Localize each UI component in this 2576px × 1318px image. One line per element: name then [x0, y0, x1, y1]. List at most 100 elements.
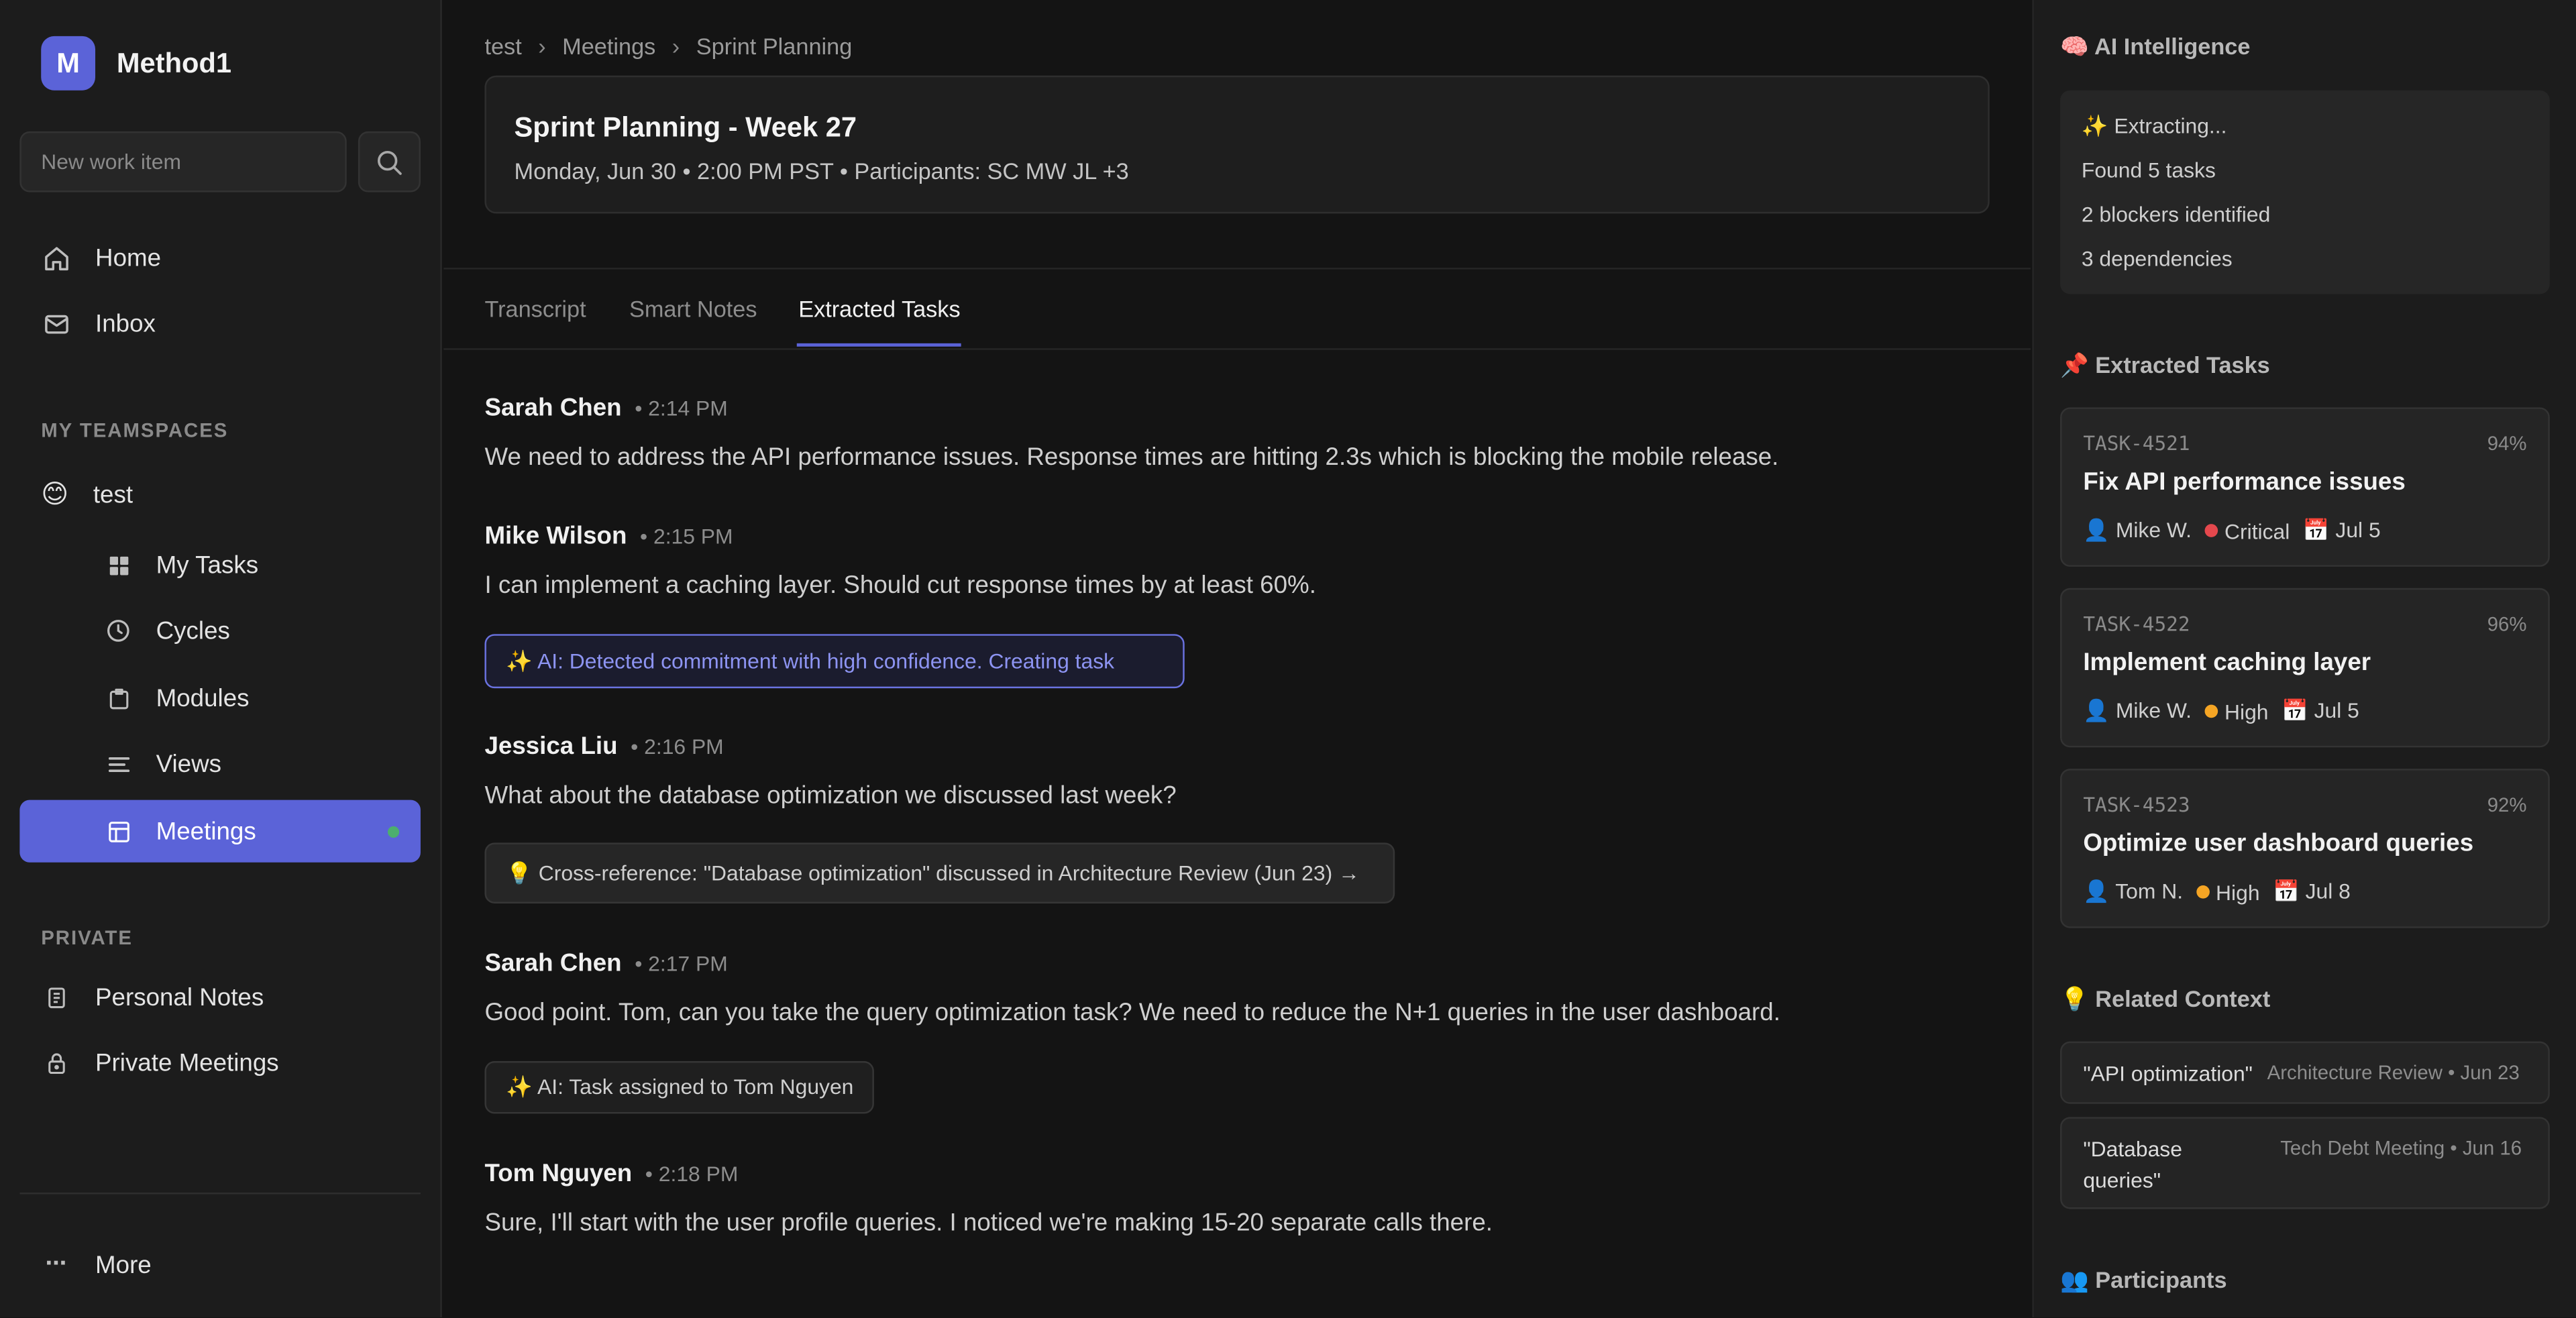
task-due: 📅 Jul 8: [2273, 879, 2351, 903]
context-quote: "API optimization": [2083, 1061, 2253, 1086]
search-button[interactable]: [358, 131, 421, 193]
tabs-divider-bottom: [443, 348, 2031, 350]
task-card[interactable]: TASK-4521 94% Fix API performance issues…: [2060, 407, 2550, 567]
speaker-name: Tom Nguyen: [484, 1159, 633, 1188]
context-source: Tech Debt Meeting • Jun 16: [2280, 1136, 2522, 1160]
task-title: Optimize user dashboard queries: [2083, 829, 2474, 858]
task-due: 📅 Jul 5: [2302, 517, 2381, 543]
page-title: Sprint Planning - Week 27: [514, 111, 857, 144]
teamspace-test[interactable]: 😊 test: [41, 478, 133, 511]
task-title: Implement caching layer: [2083, 649, 2371, 677]
sidebar-item-label: Inbox: [95, 309, 156, 338]
sidebar-item-private-meetings[interactable]: Private Meetings: [19, 1032, 421, 1094]
transcript-text: Sure, I'll start with the user profile q…: [484, 1209, 1493, 1238]
sidebar-item-views[interactable]: Views: [19, 732, 421, 795]
transcript-entry: Jessica Liu • 2:16 PM What about the dat…: [484, 732, 1989, 810]
sidebar-item-personal-notes[interactable]: Personal Notes: [19, 966, 421, 1028]
sidebar-item-label: More: [95, 1250, 152, 1279]
ai-commitment-chip[interactable]: ✨ AI: Detected commitment with high conf…: [484, 634, 1185, 689]
intel-task-count: Found 5 tasks: [2081, 158, 2216, 182]
task-meta: 👤 Mike W. High 📅 Jul 5: [2083, 698, 2359, 724]
cycle-icon: [103, 616, 133, 645]
speaker-name: Sarah Chen: [484, 394, 622, 423]
transcript-entry: Sarah Chen • 2:17 PM Good point. Tom, ca…: [484, 949, 1989, 1027]
workspace-name: Method1: [116, 46, 232, 78]
meeting-icon: [103, 816, 133, 846]
task-id: TASK-4521: [2083, 432, 2190, 455]
meeting-header-card: Sprint Planning - Week 27 Monday, Jun 30…: [484, 75, 1990, 214]
transcript-text: We need to address the API performance i…: [484, 443, 1779, 472]
sidebar-item-home[interactable]: Home: [19, 227, 421, 289]
sidebar-item-label: Personal Notes: [95, 983, 264, 1011]
transcript-entry: Sarah Chen • 2:14 PM We need to address …: [484, 394, 1989, 472]
ai-assignment-chip[interactable]: ✨ AI: Task assigned to Tom Nguyen: [484, 1061, 874, 1114]
sidebar-item-modules[interactable]: Modules: [19, 667, 421, 729]
speaker-name: Sarah Chen: [484, 949, 622, 978]
timestamp: • 2:15 PM: [640, 524, 733, 549]
tab-extracted-tasks[interactable]: Extracted Tasks: [798, 296, 960, 322]
task-card[interactable]: TASK-4523 92% Optimize user dashboard qu…: [2060, 769, 2550, 928]
sidebar-item-inbox[interactable]: Inbox: [19, 292, 421, 355]
tab-smart-notes[interactable]: Smart Notes: [629, 296, 757, 322]
sidebar-item-meetings[interactable]: Meetings: [19, 800, 421, 863]
task-id: TASK-4522: [2083, 612, 2190, 636]
sidebar-divider: [19, 1192, 421, 1195]
related-context-heading: 💡 Related Context: [2060, 985, 2271, 1012]
sidebar-item-label: Home: [95, 243, 162, 272]
task-due: 📅 Jul 5: [2282, 698, 2359, 723]
more-icon: ···: [45, 1250, 68, 1278]
ai-intelligence-heading: 🧠 AI Intelligence: [2060, 32, 2251, 60]
mail-icon: [41, 309, 70, 338]
transcript-text: I can implement a caching layer. Should …: [484, 571, 1316, 600]
sidebar-item-label: Cycles: [156, 616, 230, 645]
speaker-name: Mike Wilson: [484, 522, 627, 551]
sidebar-item-label: Views: [156, 749, 222, 778]
sidebar-item-label: My Tasks: [156, 551, 259, 580]
sidebar-item-label: Meetings: [156, 817, 256, 846]
sidebar-item-label: Private Meetings: [95, 1048, 279, 1077]
search-icon: [377, 150, 402, 174]
task-priority: Critical: [2224, 518, 2290, 543]
tabs-divider-top: [443, 268, 2031, 270]
priority-dot: [2204, 524, 2218, 537]
priority-dot: [2196, 885, 2210, 899]
lock-icon: [41, 1048, 70, 1077]
meeting-meta: Monday, Jun 30 • 2:00 PM PST • Participa…: [514, 158, 1129, 184]
transcript-entry: Mike Wilson • 2:15 PM I can implement a …: [484, 522, 1989, 600]
task-meta: 👤 Mike W. Critical 📅 Jul 5: [2083, 517, 2380, 543]
workspace-logo: M: [41, 36, 96, 91]
workspace-brand[interactable]: M Method1: [41, 36, 231, 91]
task-meta: 👤 Tom N. High 📅 Jul 8: [2083, 879, 2351, 905]
breadcrumb: test › Meetings › Sprint Planning: [484, 33, 852, 59]
main-content: test › Meetings › Sprint Planning Sprint…: [443, 0, 2031, 1318]
sidebar-item-more[interactable]: ··· More: [19, 1233, 421, 1296]
private-section-label: PRIVATE: [41, 926, 133, 950]
intel-dependencies: 3 dependencies: [2081, 246, 2233, 272]
online-status-dot: [387, 825, 400, 837]
sidebar-item-cycles[interactable]: Cycles: [19, 600, 421, 662]
transcript-text: What about the database optimization we …: [484, 781, 1177, 810]
task-assignee: 👤 Mike W.: [2083, 698, 2192, 723]
context-item[interactable]: "API optimization" Architecture Review •…: [2060, 1041, 2550, 1104]
task-id: TASK-4523: [2083, 793, 2190, 817]
tab-transcript[interactable]: Transcript: [484, 296, 586, 322]
transcript-entry: Tom Nguyen • 2:18 PM Sure, I'll start wi…: [484, 1159, 1989, 1237]
task-confidence: 96%: [2487, 612, 2527, 636]
extracted-tasks-heading: 📌 Extracted Tasks: [2060, 351, 2270, 378]
grid-icon: [103, 550, 133, 580]
context-item[interactable]: "Database queries" Tech Debt Meeting • J…: [2060, 1117, 2550, 1209]
breadcrumb-item-meetings[interactable]: Meetings: [562, 33, 655, 59]
sidebar: M Method1 Home Inbox MY TEAMSPACES 😊 tes…: [0, 0, 442, 1318]
sidebar-item-my-tasks[interactable]: My Tasks: [19, 534, 421, 596]
chevron-right-icon: ›: [672, 32, 680, 60]
breadcrumb-item-current: Sprint Planning: [696, 32, 853, 60]
new-work-item-input[interactable]: [19, 131, 347, 193]
task-card[interactable]: TASK-4522 96% Implement caching layer 👤 …: [2060, 588, 2550, 748]
participants-heading: 👥 Participants: [2060, 1266, 2227, 1293]
timestamp: • 2:16 PM: [631, 734, 724, 759]
speaker-name: Jessica Liu: [484, 732, 618, 761]
breadcrumb-item-test[interactable]: test: [484, 33, 521, 59]
cross-reference-chip[interactable]: 💡 Cross-reference: "Database optimizatio…: [484, 842, 1395, 903]
context-quote: "Database queries": [2083, 1136, 2182, 1193]
home-icon: [41, 243, 70, 272]
